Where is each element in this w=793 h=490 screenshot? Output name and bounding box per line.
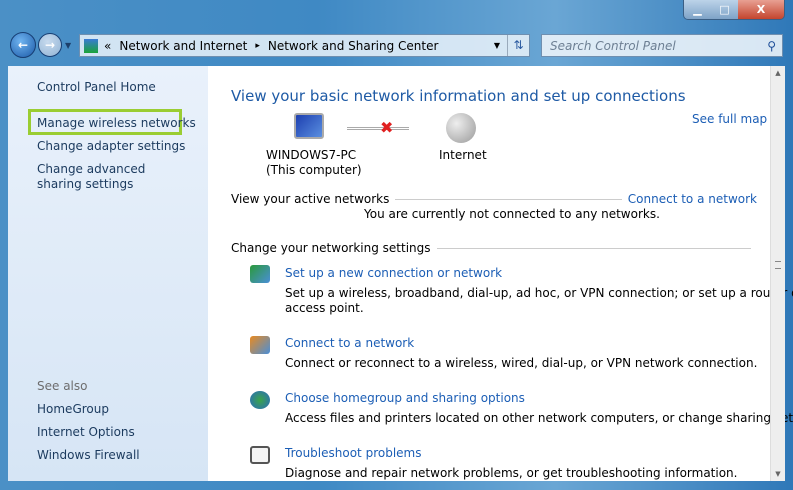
setup-connection-desc: Set up a wireless, broadband, dial-up, a… bbox=[285, 286, 793, 300]
homegroup-link[interactable]: HomeGroup bbox=[37, 402, 109, 417]
homegroup-desc: Access files and printers located on oth… bbox=[285, 411, 793, 425]
scrollbar[interactable]: ▲ ▼ bbox=[770, 66, 785, 481]
see-also-heading: See also bbox=[37, 379, 88, 393]
internet-options-link[interactable]: Internet Options bbox=[37, 425, 135, 440]
forward-button[interactable]: → bbox=[38, 33, 62, 57]
troubleshoot-icon bbox=[250, 446, 270, 464]
active-networks-label: View your active networks bbox=[231, 192, 390, 206]
page-title: View your basic network information and … bbox=[231, 87, 686, 105]
change-adapter-link[interactable]: Change adapter settings bbox=[37, 139, 185, 154]
scroll-down-icon[interactable]: ▼ bbox=[771, 470, 785, 478]
windows-firewall-link[interactable]: Windows Firewall bbox=[37, 448, 140, 463]
troubleshoot-link[interactable]: Troubleshoot problems bbox=[285, 446, 421, 460]
breadcrumb-overflow[interactable]: « bbox=[104, 39, 111, 53]
internet-label: Internet bbox=[439, 148, 487, 162]
advanced-sharing-link[interactable]: Change advanced sharing settings bbox=[37, 162, 187, 192]
computer-label: WINDOWS7-PC (This computer) bbox=[266, 148, 362, 177]
recent-pages-dropdown[interactable]: ▼ bbox=[65, 41, 71, 50]
connect-network-desc: Connect or reconnect to a wireless, wire… bbox=[285, 356, 758, 370]
change-settings-label: Change your networking settings bbox=[231, 241, 431, 255]
address-dropdown-icon[interactable]: ▼ bbox=[487, 41, 507, 50]
disconnected-x-icon: ✖ bbox=[380, 118, 394, 137]
address-bar[interactable]: « Network and Internet ▸ Network and Sha… bbox=[79, 34, 530, 57]
back-button[interactable]: ← bbox=[10, 32, 36, 58]
troubleshoot-desc: Diagnose and repair network problems, or… bbox=[285, 466, 738, 480]
search-icon[interactable]: ⚲ bbox=[767, 39, 776, 53]
connect-network-icon bbox=[250, 336, 270, 354]
scroll-up-icon[interactable]: ▲ bbox=[771, 69, 785, 77]
manage-wireless-link[interactable]: Manage wireless networks bbox=[37, 116, 196, 131]
setup-connection-link[interactable]: Set up a new connection or network bbox=[285, 266, 502, 280]
window-controls: ▁ □ X bbox=[683, 0, 785, 20]
not-connected-text: You are currently not connected to any n… bbox=[364, 207, 660, 221]
see-full-map-link[interactable]: See full map bbox=[692, 112, 767, 126]
navigation: ← → ▼ bbox=[10, 32, 71, 58]
breadcrumb-arrow-icon[interactable]: ▸ bbox=[255, 41, 260, 51]
search-placeholder: Search Control Panel bbox=[550, 38, 676, 53]
breadcrumb-sharing-center[interactable]: Network and Sharing Center bbox=[268, 39, 439, 53]
setup-connection-desc2: access point. bbox=[285, 301, 364, 315]
active-networks-section: View your active networks Connect to a n… bbox=[231, 192, 757, 206]
maximize-button[interactable]: □ bbox=[711, 0, 738, 19]
computer-icon bbox=[294, 113, 324, 139]
new-connection-icon bbox=[250, 265, 270, 283]
refresh-button[interactable]: ⇅ bbox=[507, 35, 529, 56]
control-panel-home-link[interactable]: Control Panel Home bbox=[37, 80, 156, 95]
main-content: View your basic network information and … bbox=[208, 66, 793, 481]
connection-line bbox=[347, 127, 409, 130]
close-button[interactable]: X bbox=[738, 0, 784, 19]
internet-globe-icon bbox=[446, 113, 476, 143]
breadcrumb-network-internet[interactable]: Network and Internet bbox=[119, 39, 247, 53]
homegroup-icon bbox=[250, 391, 270, 409]
homegroup-link[interactable]: Choose homegroup and sharing options bbox=[285, 391, 525, 405]
scroll-thumb-grip[interactable] bbox=[775, 261, 781, 269]
minimize-button[interactable]: ▁ bbox=[684, 0, 711, 19]
connect-network-link[interactable]: Connect to a network bbox=[628, 192, 757, 206]
search-input[interactable]: Search Control Panel ⚲ bbox=[541, 34, 783, 57]
connect-network-task-link[interactable]: Connect to a network bbox=[285, 336, 414, 350]
change-settings-section: Change your networking settings bbox=[231, 241, 757, 255]
network-icon bbox=[84, 38, 98, 53]
sidebar: Control Panel Home Manage wireless netwo… bbox=[8, 66, 208, 481]
